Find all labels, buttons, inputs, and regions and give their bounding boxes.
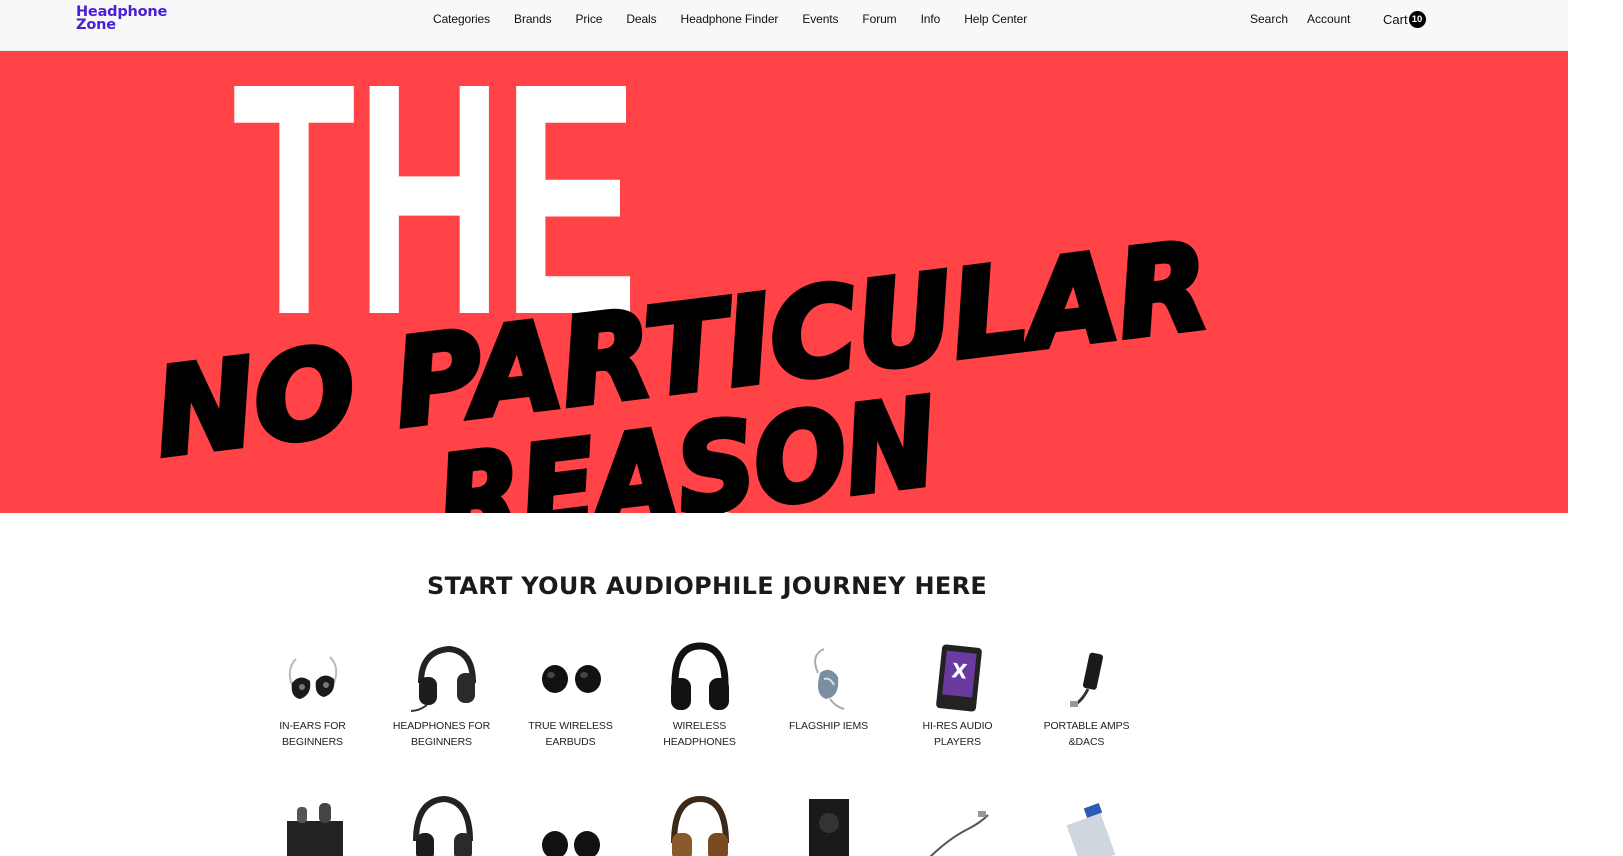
category-item[interactable] — [377, 785, 506, 856]
studio-headphones-icon — [402, 785, 482, 856]
search-link[interactable]: Search — [1250, 12, 1288, 26]
category-label: IN-EARS FOR BEGINNERS — [279, 720, 346, 748]
dap-icon: X — [918, 640, 998, 715]
nav-brands[interactable]: Brands — [514, 12, 552, 26]
category-label: HEADPHONES FOR BEGINNERS — [392, 720, 491, 748]
category-label: HI-RES AUDIO PLAYERS — [922, 720, 993, 748]
headphones-beginner-icon — [402, 640, 482, 715]
category-item[interactable] — [635, 785, 764, 856]
cart-button[interactable]: Cart 10 — [1383, 11, 1426, 28]
category-row: IN-EARS FOR BEGINNERS HEADPHONES FOR BEGIN… — [248, 640, 1151, 750]
category-true-wireless[interactable]: TRUE WIRELESS EARBUDS — [506, 640, 635, 750]
nav-info[interactable]: Info — [921, 12, 941, 26]
category-flagship-iems[interactable]: FLAGSHIP IEMS — [764, 640, 893, 750]
scrollbar-gutter — [1568, 0, 1623, 856]
cable-icon — [918, 785, 998, 856]
nav-price[interactable]: Price — [575, 12, 602, 26]
main-nav: Categories Brands Price Deals Headphone … — [433, 12, 1051, 26]
category-iems-beginners[interactable]: IN-EARS FOR BEGINNERS — [248, 640, 377, 750]
nav-help-center[interactable]: Help Center — [964, 12, 1027, 26]
category-item[interactable] — [764, 785, 893, 856]
speaker-icon — [789, 785, 869, 856]
flagship-iem-icon — [789, 640, 869, 715]
category-hi-res-players[interactable]: X HI-RES AUDIO PLAYERS — [893, 640, 1022, 750]
hero-banner[interactable]: THE SALE NO PARTICULAR REASON — [0, 51, 1568, 513]
category-wireless-headphones[interactable]: WIRELESS HEADPHONES — [635, 640, 764, 750]
wireless-headphones-icon — [660, 640, 740, 715]
section-title: START YOUR AUDIOPHILE JOURNEY HERE — [427, 572, 988, 600]
category-headphones-beginners[interactable]: HEADPHONES FOR BEGINNERS — [377, 640, 506, 750]
category-item[interactable] — [1022, 785, 1151, 856]
site-logo[interactable]: Headphone Zone — [76, 5, 167, 33]
nav-deals[interactable]: Deals — [626, 12, 656, 26]
iem-beginner-icon — [273, 640, 353, 715]
wooden-headphones-icon — [660, 785, 740, 856]
category-item[interactable] — [893, 785, 1022, 856]
cart-count-badge: 10 — [1408, 11, 1426, 28]
nav-headphone-finder[interactable]: Headphone Finder — [681, 12, 779, 26]
dongle-dac-icon — [1047, 640, 1127, 715]
category-row-2 — [248, 785, 1151, 856]
tips-pack-icon — [1047, 785, 1127, 856]
site-header: Headphone Zone Categories Brands Price D… — [0, 0, 1568, 51]
cart-label: Cart — [1383, 12, 1408, 27]
nav-events[interactable]: Events — [802, 12, 838, 26]
logo-line2: Zone — [76, 17, 116, 33]
category-label: TRUE WIRELESS EARBUDS — [528, 720, 613, 748]
svg-text:X: X — [950, 658, 968, 684]
category-label: PORTABLE AMPS &DACS — [1043, 720, 1130, 748]
nav-forum[interactable]: Forum — [862, 12, 896, 26]
category-label: WIRELESS HEADPHONES — [663, 720, 736, 748]
nav-categories[interactable]: Categories — [433, 12, 490, 26]
category-label: FLAGSHIP IEMS — [788, 720, 869, 732]
hero-artwork: THE SALE NO PARTICULAR REASON — [145, 51, 1220, 513]
tube-amp-icon — [273, 785, 353, 856]
earbuds-icon — [531, 785, 611, 856]
earbuds-icon — [531, 640, 611, 715]
category-portable-amps-dacs[interactable]: PORTABLE AMPS &DACS — [1022, 640, 1151, 750]
category-item[interactable] — [506, 785, 635, 856]
category-item[interactable] — [248, 785, 377, 856]
account-link[interactable]: Account — [1307, 12, 1350, 26]
